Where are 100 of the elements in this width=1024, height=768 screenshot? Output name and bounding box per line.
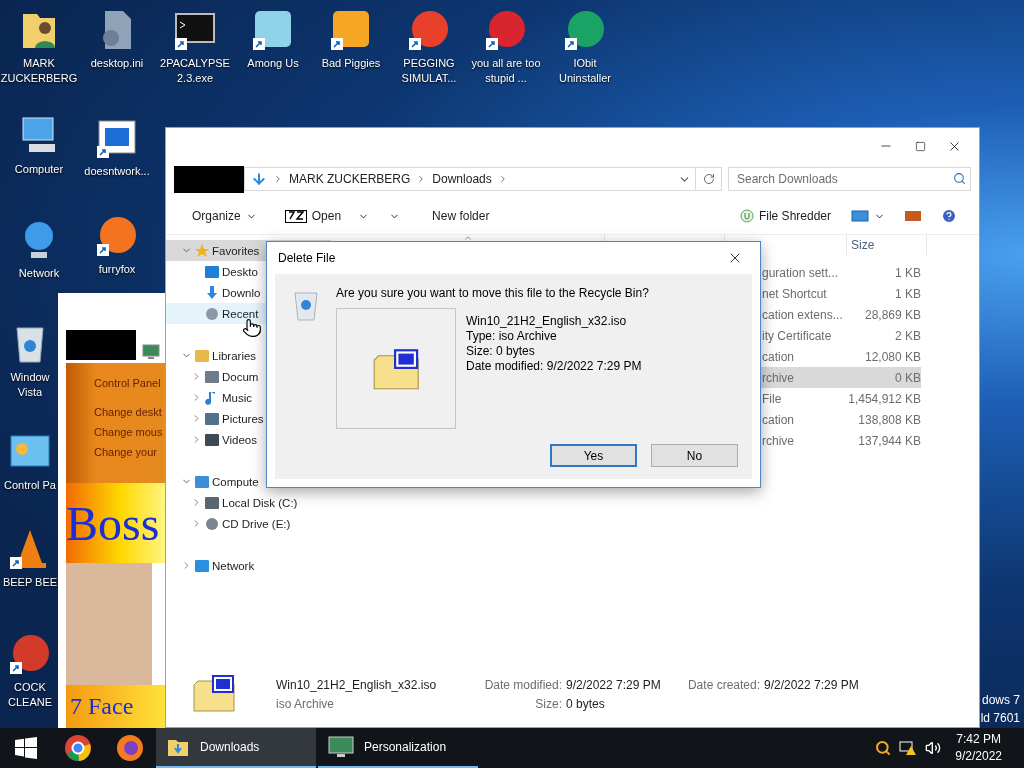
desktop-shortcut[interactable]: furryfox	[78, 214, 156, 277]
detail-label: Date modified:	[483, 677, 563, 692]
size-cell-text: 1 KB	[894, 265, 921, 280]
library-icon	[194, 347, 210, 364]
nav-item[interactable]: Pictures	[166, 408, 331, 429]
taskbar-window-button[interactable]: Downloads	[156, 728, 316, 768]
clock[interactable]: 7:42 PM 9/2/2022	[955, 731, 1002, 765]
size-cell-text: 1 KB	[894, 286, 921, 301]
nav-item[interactable]: Local Disk (C:)	[166, 492, 331, 513]
recycle-bin-icon	[291, 290, 320, 322]
desktop-shortcut[interactable]: Computer	[0, 114, 78, 177]
breadcrumb-item[interactable]: Downloads	[432, 172, 492, 186]
network-icon	[194, 557, 210, 574]
desktop-shortcut[interactable]: Network	[0, 218, 78, 281]
windows-logo-icon	[14, 736, 38, 760]
desktop-shortcut[interactable]: Bad Piggies	[312, 8, 390, 71]
file-shredder-button[interactable]: File Shredder	[731, 205, 839, 227]
nav-label: Downlo	[222, 286, 261, 299]
desktop-icon	[204, 263, 220, 280]
document-icon	[204, 368, 220, 385]
open-button[interactable]: Open	[276, 205, 378, 227]
nav-label: Compute	[212, 475, 259, 488]
desktop-shortcut[interactable]: PEGGING SIMULAT...	[390, 8, 468, 86]
detail-label: Size:	[534, 696, 563, 711]
iso-file-icon	[371, 346, 421, 391]
nav-label: CD Drive (E:)	[222, 517, 291, 530]
column-header[interactable]: Size	[851, 238, 875, 252]
recent-icon	[204, 305, 220, 322]
help-icon	[941, 208, 957, 224]
nav-label: Pictures	[222, 412, 264, 425]
type-cell-text: File	[761, 391, 783, 406]
nav-item[interactable]: Compute	[166, 471, 331, 492]
detail-value: 9/2/2022 7:29 PM	[566, 677, 662, 692]
desktop-shortcut[interactable]: desktop.ini	[78, 8, 156, 71]
desktop-shortcut[interactable]: 2PACALYPSE 2.3.exe	[156, 8, 234, 86]
type-cell-text: net Shortcut	[761, 286, 828, 301]
download-icon	[204, 284, 220, 301]
view-icon	[851, 210, 869, 222]
dialog-question: Are you sure you want to move this file to the Recycle Bin?	[336, 286, 650, 300]
search-icon[interactable]	[875, 740, 892, 756]
size-cell-text: 28,869 KB	[863, 307, 921, 322]
detail-value: 0 bytes	[566, 696, 606, 711]
cd-icon	[204, 515, 220, 532]
size-cell-text: 138,808 KB	[857, 412, 921, 427]
file-info-line: Size: 0 bytes	[466, 344, 536, 359]
nav-label: Videos	[222, 433, 257, 446]
type-cell-text: cation	[761, 349, 796, 364]
type-cell-text: rchive	[761, 370, 795, 385]
search-icon	[953, 172, 966, 185]
breadcrumb-item[interactable]: MARK ZUCKERBERG	[289, 172, 411, 186]
monitor-icon	[142, 344, 160, 360]
organize-button[interactable]: Organize	[184, 205, 265, 227]
desktop-shortcut[interactable]: Among Us	[234, 8, 312, 71]
desktop-shortcut[interactable]: doesntwork...	[78, 116, 156, 179]
hand-cursor-icon	[242, 318, 262, 338]
volume-icon[interactable]	[925, 740, 942, 756]
nav-item[interactable]: Libraries	[166, 345, 331, 366]
panel-link[interactable]: Control Panel	[94, 377, 165, 389]
nav-item[interactable]: Music	[166, 387, 331, 408]
desktop-shortcut[interactable]: BEEP BEE	[2, 527, 58, 590]
panel-link[interactable]: Change deskt	[94, 406, 165, 418]
nav-item[interactable]: Docum	[166, 366, 331, 387]
desktop-shortcut[interactable]: COCK CLEANE	[2, 632, 58, 710]
dialog-button[interactable]: Yes	[550, 444, 637, 467]
size-cell-text: 0 KB	[894, 370, 921, 385]
panel-link[interactable]: Change your	[94, 446, 165, 458]
dialog-button[interactable]: No	[651, 444, 738, 467]
maximize-icon	[914, 140, 926, 152]
panel-link[interactable]: Change mous	[94, 426, 165, 438]
type-cell-text: rchive	[761, 433, 795, 448]
monitor-icon	[328, 735, 354, 759]
desktop-shortcut[interactable]: you all are too stupid ...	[467, 8, 545, 86]
taskbar-window-button[interactable]: Personalization	[318, 728, 478, 768]
nav-item[interactable]: Videos	[166, 429, 331, 450]
desktop-shortcut[interactable]: Control Pa	[2, 430, 58, 493]
type-cell-text: cation	[761, 412, 796, 427]
nav-label: Local Disk (C:)	[222, 496, 298, 509]
caption-text: 7 Face	[70, 693, 134, 720]
type-cell-text: cation extens...	[761, 307, 844, 322]
banner-text: Boss	[66, 495, 160, 551]
desktop-shortcut[interactable]: Window Vista	[2, 322, 58, 400]
file-type: iso Archive	[276, 696, 336, 711]
refresh-button[interactable]	[696, 167, 722, 191]
nav-item[interactable]: Network	[166, 555, 331, 576]
shredder-icon	[739, 209, 754, 223]
search-field[interactable]: Search Downloads	[728, 167, 971, 191]
nav-item[interactable]: CD Drive (E:)	[166, 513, 331, 534]
size-cell: 1,454,912 KB	[847, 391, 921, 406]
desktop-notice-text: ld 7601	[980, 711, 1020, 725]
new-folder-button[interactable]: New folder	[424, 205, 498, 227]
desktop-shortcut[interactable]: IObit Uninstaller	[546, 8, 624, 86]
nav-item[interactable]: Downlo	[166, 282, 331, 303]
file-info-line: Type: iso Archive	[466, 329, 558, 344]
file-info-line: Win10_21H2_English_x32.iso	[466, 314, 628, 329]
nav-label: Music	[222, 391, 253, 404]
desktop-shortcut[interactable]: MARK ZUCKERBERG	[0, 8, 78, 86]
network-warning-icon[interactable]	[899, 740, 918, 756]
refresh-icon	[702, 173, 715, 185]
address-bar[interactable]: MARK ZUCKERBERG Downloads	[244, 167, 696, 191]
type-cell-text: ity Certificate	[761, 328, 833, 343]
